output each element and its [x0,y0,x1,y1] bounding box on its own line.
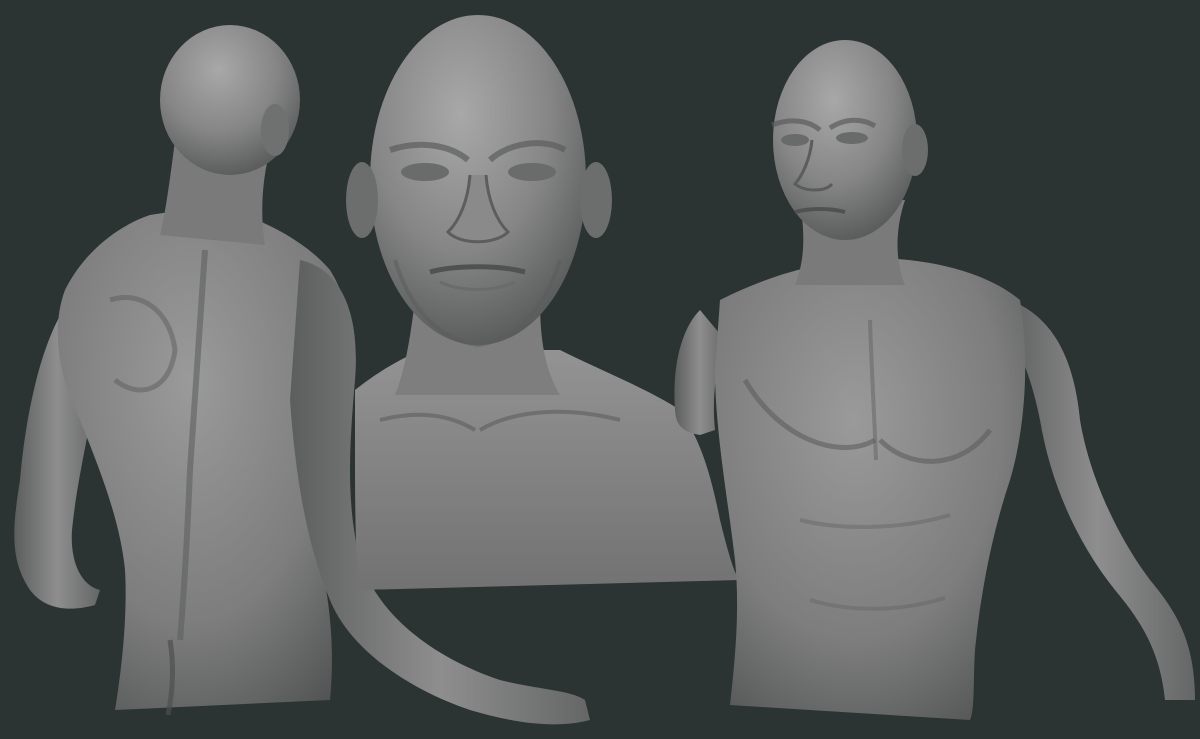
front-3q-right-arm [1000,300,1195,700]
front-3q-ear [902,124,928,176]
front-bust-eye-right [508,163,556,181]
front-bust-ear-left [346,162,378,238]
front-bust-eye-left [401,163,449,181]
front-3q-eye-right [836,132,868,144]
sculpt-render-svg [14,15,1195,725]
front-3q-eye-left [781,134,809,146]
sculpt-render-canvas [0,0,1200,739]
back-view-ear [261,104,289,156]
front-bust-view [346,15,740,590]
front-bust-ear-right [580,162,612,238]
front-three-quarter-view [674,40,1195,720]
